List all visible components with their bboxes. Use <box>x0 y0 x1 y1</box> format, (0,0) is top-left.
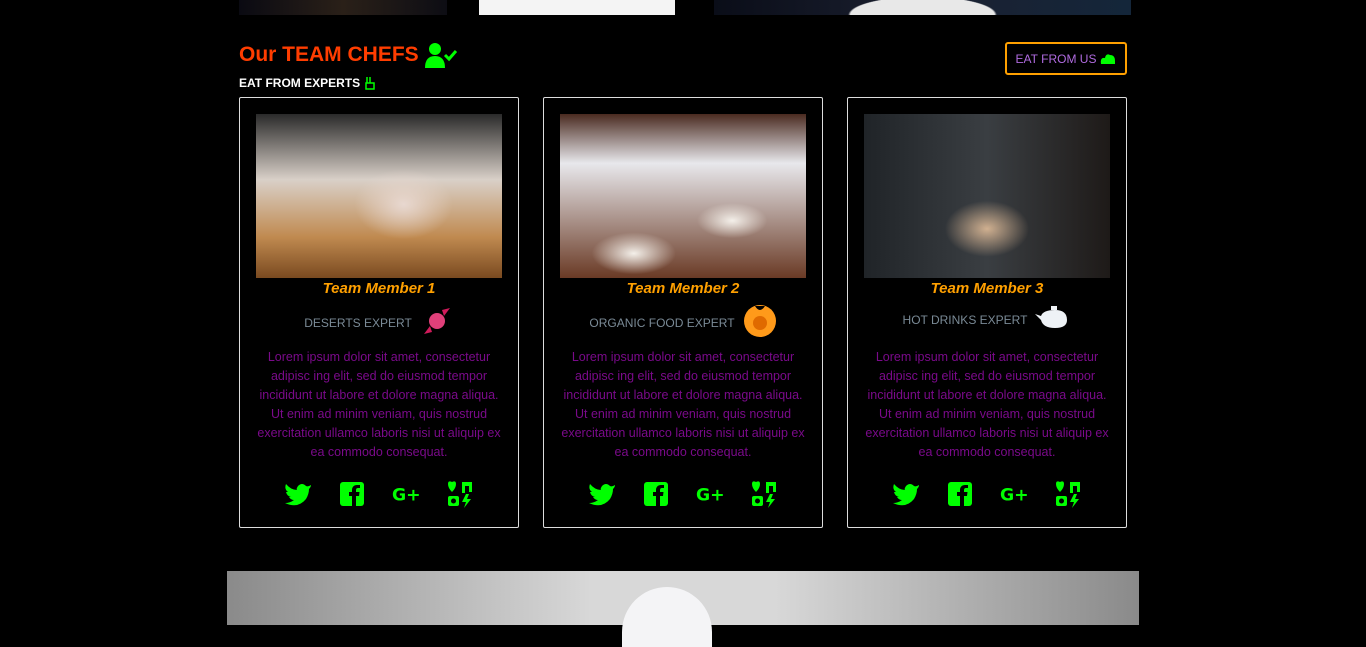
facebook-icon[interactable] <box>946 480 974 508</box>
team-member-photo <box>256 114 502 278</box>
team-member-role-text: DESERTS EXPERT <box>304 315 412 330</box>
chef-hat-shape <box>622 587 712 647</box>
banner-image-left <box>239 0 447 15</box>
team-member-role: DESERTS EXPERT <box>240 304 518 341</box>
twitter-icon[interactable] <box>284 480 312 508</box>
team-member-description: Lorem ipsum dolor sit amet, consectetur … <box>561 350 805 459</box>
team-member-name: Team Member 3 <box>930 280 1044 297</box>
user-check-icon <box>424 43 457 68</box>
svg-text:G+: G+ <box>696 486 724 505</box>
svg-text:G+: G+ <box>1000 486 1028 505</box>
google-plus-icon[interactable]: G+ <box>392 480 420 508</box>
eat-from-us-label: EAT FROM US <box>1015 51 1097 66</box>
section-title: Our TEAM CHEFS <box>239 42 457 68</box>
twitter-icon[interactable] <box>892 480 920 508</box>
team-member-name: Team Member 2 <box>626 280 740 297</box>
social-links: G+ <box>848 480 1126 508</box>
team-member-card: Team Member 1 DESERTS EXPERT Lorem ipsum… <box>239 97 519 528</box>
section-title-text: Our TEAM CHEFS <box>239 43 419 66</box>
eat-from-us-button[interactable]: EAT FROM US <box>1005 42 1127 75</box>
team-member-description: Lorem ipsum dolor sit amet, consectetur … <box>865 350 1109 459</box>
team-member-description: Lorem ipsum dolor sit amet, consectetur … <box>257 350 501 459</box>
social-media-icon[interactable] <box>1054 480 1082 508</box>
facebook-icon[interactable] <box>338 480 366 508</box>
teapot-icon <box>1035 304 1071 335</box>
team-member-role-text: HOT DRINKS EXPERT <box>902 312 1028 327</box>
team-member-photo <box>864 114 1110 278</box>
banner-image-right <box>714 0 1131 15</box>
svg-text:G+: G+ <box>392 486 420 505</box>
orange-fruit-icon <box>743 304 777 341</box>
banner-image-middle <box>479 0 675 15</box>
team-member-role: HOT DRINKS EXPERT <box>848 304 1126 335</box>
team-member-photo <box>560 114 806 278</box>
twitter-icon[interactable] <box>588 480 616 508</box>
section-subtitle-text: EAT FROM EXPERTS <box>239 76 361 90</box>
google-plus-icon[interactable]: G+ <box>696 480 724 508</box>
chef-hat-banner-image <box>227 571 1139 647</box>
social-media-icon[interactable] <box>446 480 474 508</box>
social-media-icon[interactable] <box>750 480 778 508</box>
hand-peace-icon <box>365 77 375 90</box>
team-member-name: Team Member 1 <box>322 280 436 297</box>
team-member-card: Team Member 3 HOT DRINKS EXPERT Lorem ip… <box>847 97 1127 528</box>
candy-icon <box>420 304 454 341</box>
facebook-icon[interactable] <box>642 480 670 508</box>
team-member-card: Team Member 2 ORGANIC FOOD EXPERT Lorem … <box>543 97 823 528</box>
team-member-role: ORGANIC FOOD EXPERT <box>544 304 822 341</box>
section-subtitle: EAT FROM EXPERTS <box>239 76 376 90</box>
chef-hat-icon <box>1101 53 1116 64</box>
google-plus-icon[interactable]: G+ <box>1000 480 1028 508</box>
social-links: G+ <box>240 480 518 508</box>
social-links: G+ <box>544 480 822 508</box>
team-member-role-text: ORGANIC FOOD EXPERT <box>589 315 735 330</box>
